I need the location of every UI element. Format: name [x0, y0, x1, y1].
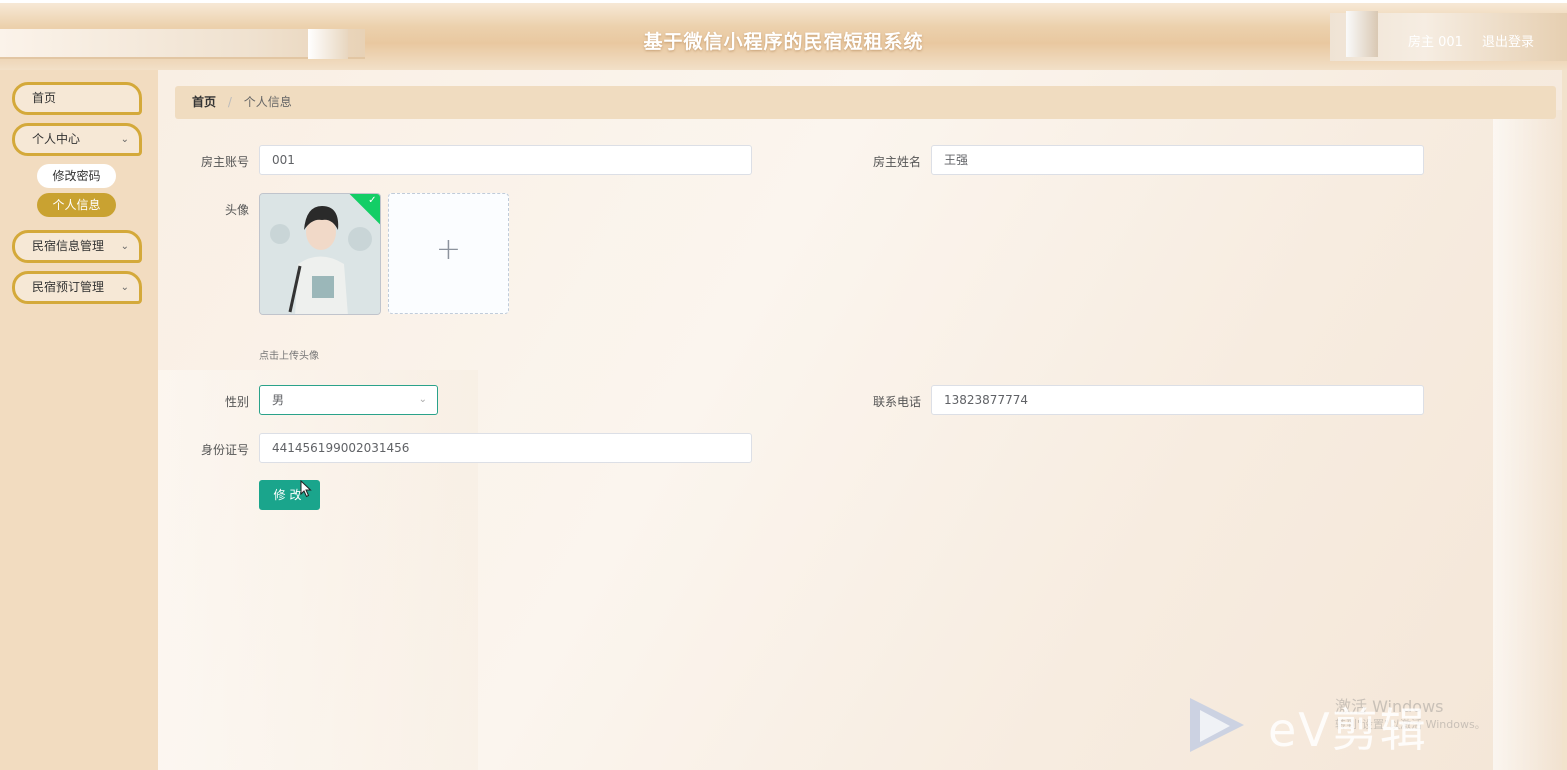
- breadcrumb-home[interactable]: 首页: [192, 95, 216, 109]
- page-edge: [1562, 70, 1567, 770]
- avatar[interactable]: ✓: [259, 193, 381, 315]
- account-label: 房主账号: [200, 155, 249, 169]
- plus-icon: +: [435, 232, 462, 267]
- mouse-cursor-icon: [300, 480, 312, 498]
- avatar-upload-button[interactable]: +: [388, 193, 509, 314]
- id-number-field[interactable]: 441456199002031456: [259, 433, 752, 463]
- sidebar-item-home[interactable]: 首页: [12, 82, 142, 115]
- chevron-down-icon: ⌄: [120, 134, 129, 145]
- name-field[interactable]: 王强: [931, 145, 1424, 175]
- sidebar-item-label: 民宿信息管理: [32, 239, 105, 253]
- gender-select[interactable]: 男 ⌄: [259, 385, 438, 415]
- name-label: 房主姓名: [872, 155, 921, 169]
- current-user: 房主 001: [1408, 35, 1463, 50]
- phone-label: 联系电话: [872, 395, 921, 409]
- breadcrumb-separator: /: [227, 95, 232, 109]
- upload-tip: 点击上传头像: [259, 351, 319, 362]
- sidebar-item-label: 首页: [32, 91, 57, 105]
- sidebar-item-label: 个人中心: [32, 132, 81, 146]
- chevron-down-icon: ⌄: [120, 241, 129, 252]
- background-decoration: [1493, 110, 1563, 770]
- logout-link[interactable]: 退出登录: [1482, 31, 1534, 50]
- check-icon: ✓: [368, 194, 377, 206]
- gender-select-value: 男: [272, 393, 285, 407]
- submenu-item-personal-info[interactable]: 个人信息: [37, 193, 116, 217]
- account-field[interactable]: 001: [259, 145, 752, 175]
- phone-field[interactable]: 13823877774: [931, 385, 1424, 415]
- sidebar-item-homestay-info[interactable]: 民宿信息管理 ⌄: [12, 230, 142, 263]
- ev-brand-watermark: eV剪辑: [1268, 703, 1428, 757]
- gender-label: 性别: [224, 395, 249, 409]
- background-decoration: [158, 370, 478, 770]
- sidebar-item-personal-center[interactable]: 个人中心 ⌄: [12, 123, 142, 156]
- chevron-down-icon: ⌄: [418, 394, 427, 405]
- top-header: 基于微信小程序的民宿短租系统 房主 001 退出登录: [0, 0, 1567, 70]
- breadcrumb: 首页 / 个人信息: [175, 86, 1556, 119]
- sidebar-item-label: 民宿预订管理: [32, 280, 105, 294]
- sidebar: 首页 个人中心 ⌄ 修改密码 个人信息 民宿信息管理 ⌄ 民宿预订管理 ⌄: [0, 70, 158, 770]
- breadcrumb-current: 个人信息: [243, 95, 292, 109]
- chevron-down-icon: ⌄: [120, 282, 129, 293]
- sidebar-item-booking[interactable]: 民宿预订管理 ⌄: [12, 271, 142, 304]
- app-title: 基于微信小程序的民宿短租系统: [643, 31, 924, 53]
- main-content: 首页 / 个人信息 房主账号 001 房主姓名 王强 头像 ✓ + 点击上传头像…: [158, 70, 1567, 770]
- submenu-item-change-password[interactable]: 修改密码: [37, 164, 116, 188]
- avatar-image: [260, 194, 380, 314]
- id-number-label: 身份证号: [200, 443, 249, 457]
- avatar-label: 头像: [224, 203, 249, 217]
